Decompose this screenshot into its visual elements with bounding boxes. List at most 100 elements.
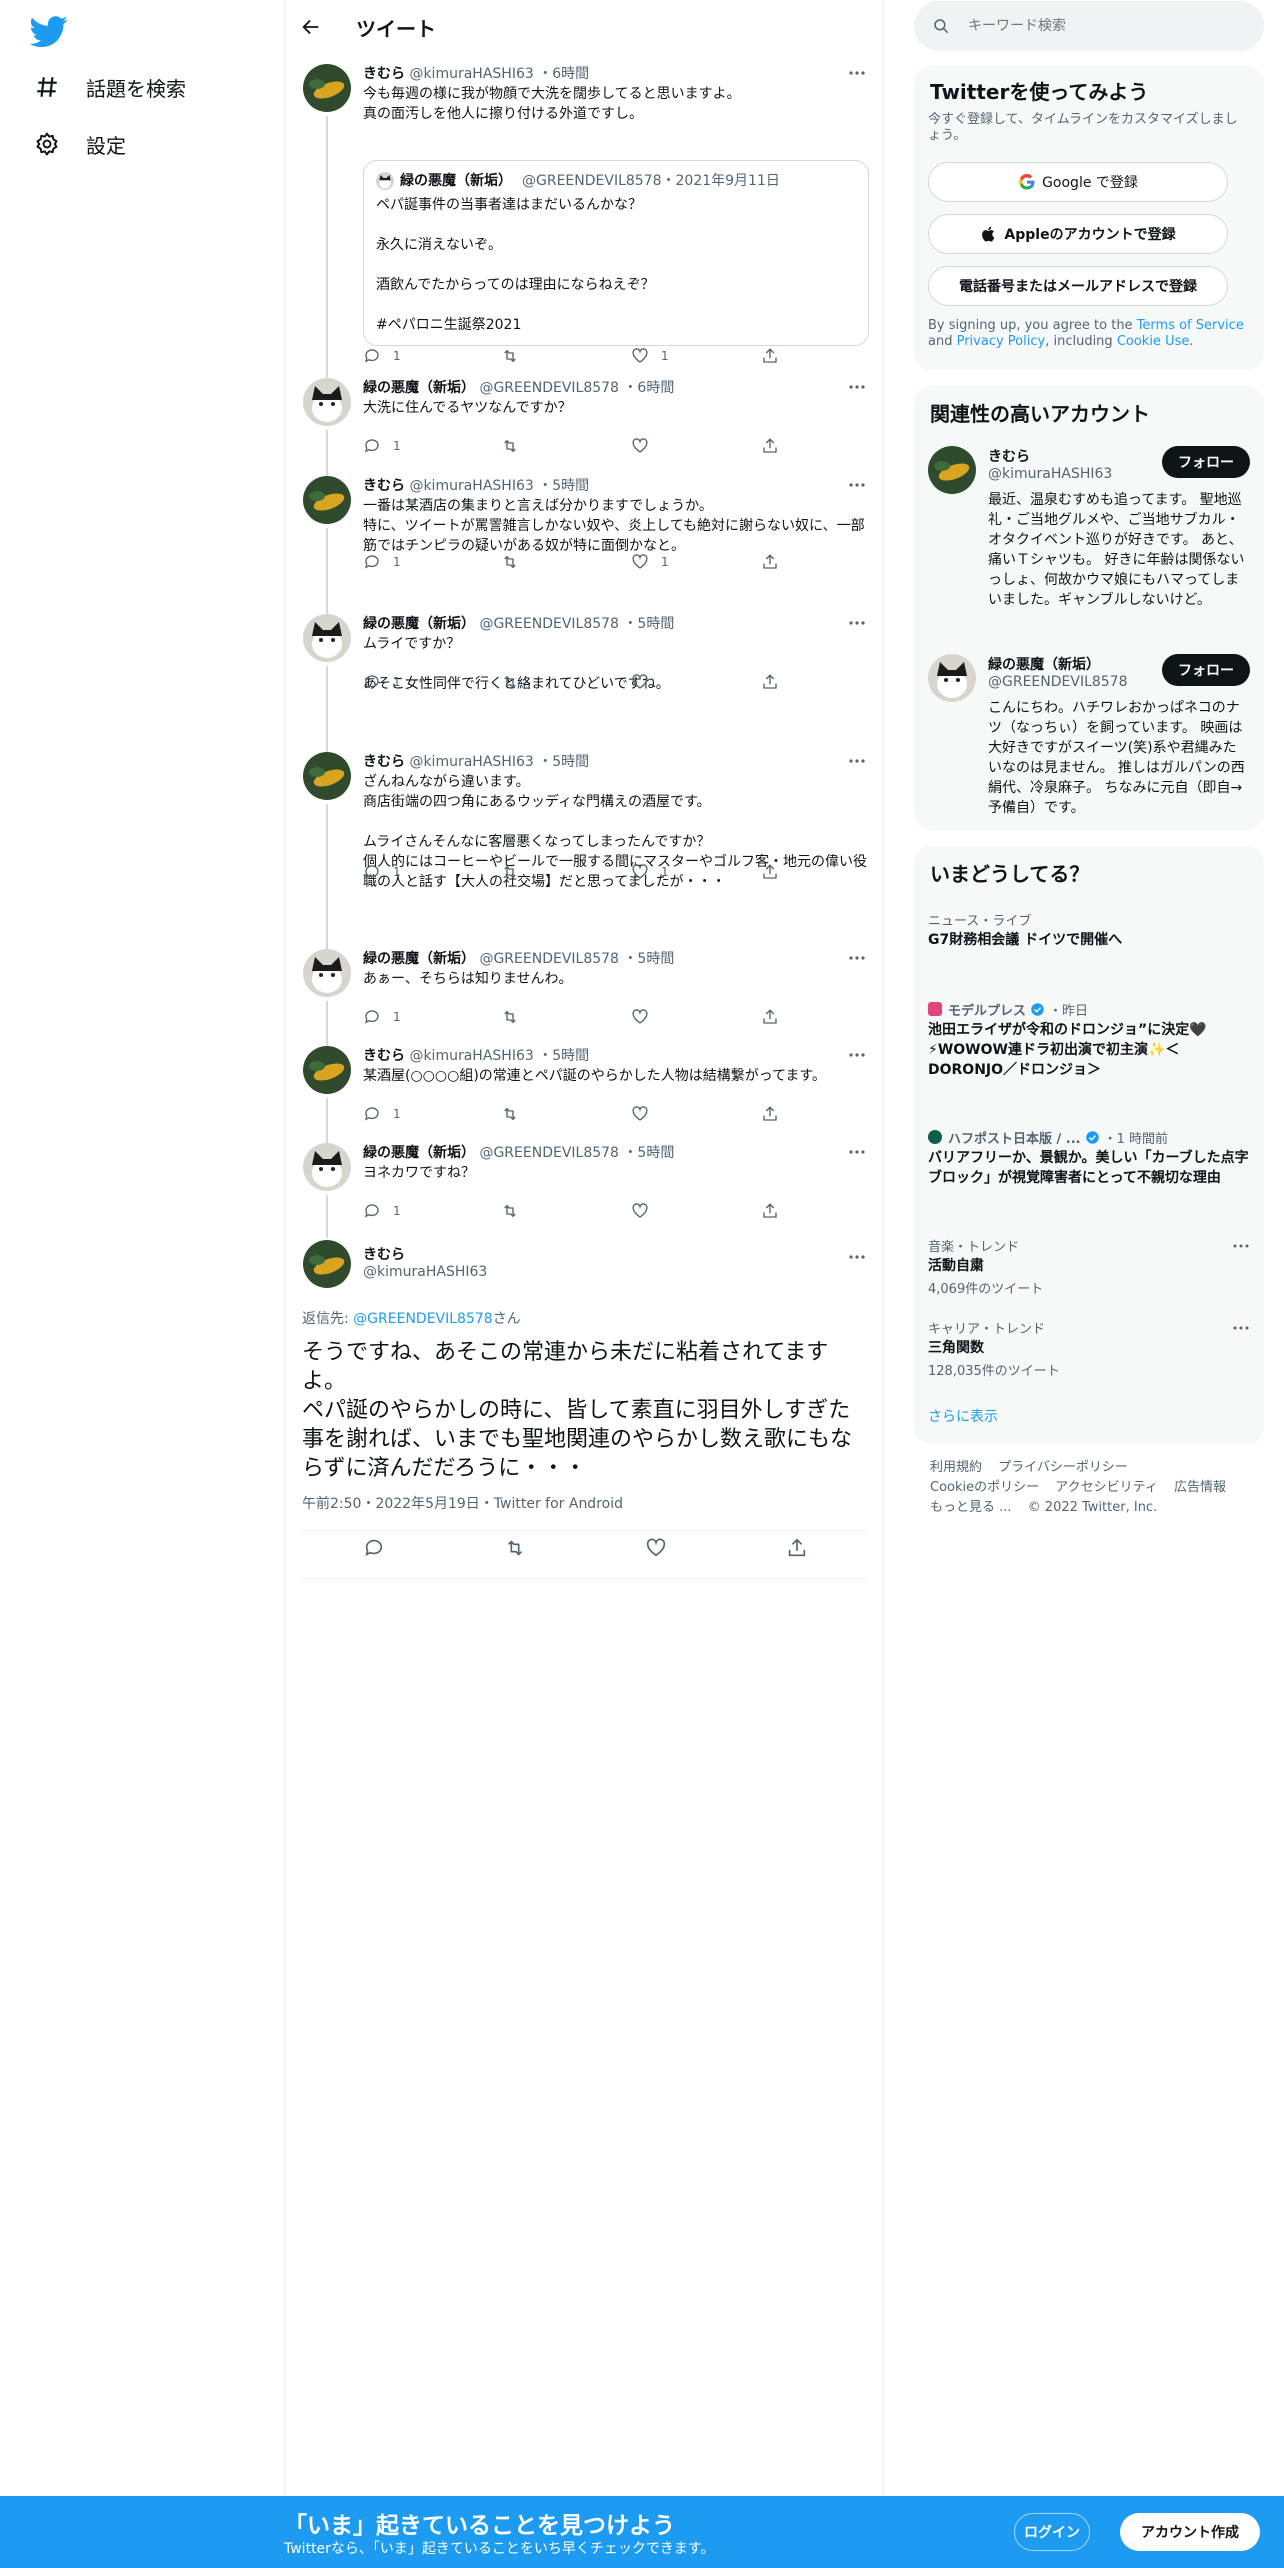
like-button[interactable]: 1 xyxy=(631,346,669,366)
author-name[interactable]: 緑の悪魔（新垢） xyxy=(363,380,475,396)
footer-link[interactable]: もっと見る ... xyxy=(930,1500,1012,1515)
author-name[interactable]: 緑の悪魔（新垢） xyxy=(363,616,475,632)
follow-button[interactable]: フォロー xyxy=(1162,654,1250,686)
tweet-time[interactable]: 5時間 xyxy=(552,478,589,494)
show-more-link[interactable]: さらに表示 xyxy=(928,1406,998,1426)
author-handle[interactable]: @GREENDEVIL8578 xyxy=(479,616,619,632)
author-handle[interactable]: @kimuraHASHI63 xyxy=(409,1048,533,1064)
footer-link[interactable]: 広告情報 xyxy=(1174,1480,1226,1495)
share-button[interactable] xyxy=(761,672,779,692)
retweet-button[interactable] xyxy=(501,862,519,882)
tweet-time[interactable]: 5時間 xyxy=(637,951,674,967)
tweet-time[interactable]: 6時間 xyxy=(552,66,589,82)
author-handle[interactable]: @kimuraHASHI63 xyxy=(409,754,533,770)
more-options-icon[interactable] xyxy=(847,1147,867,1157)
apple-signup-button[interactable]: Appleのアカウントで登録 xyxy=(928,214,1228,254)
footer-link[interactable]: プライバシーポリシー xyxy=(998,1460,1128,1475)
reply-button[interactable] xyxy=(363,1538,385,1558)
retweet-button[interactable] xyxy=(501,346,519,366)
avatar[interactable] xyxy=(303,378,351,426)
more-options-icon[interactable] xyxy=(847,68,867,78)
reply-button[interactable]: 1 xyxy=(363,346,401,366)
author-name[interactable]: きむら xyxy=(363,478,405,494)
footer-link[interactable]: 利用規約 xyxy=(930,1460,982,1475)
more-options-icon[interactable] xyxy=(847,1050,867,1060)
tweet-time[interactable]: 6時間 xyxy=(637,380,674,396)
avatar[interactable] xyxy=(303,1240,351,1288)
author-name[interactable]: きむら xyxy=(363,1244,405,1264)
privacy-policy-link[interactable]: Privacy Policy xyxy=(957,334,1046,349)
retweet-button[interactable] xyxy=(501,552,519,572)
retweet-button[interactable] xyxy=(504,1538,526,1558)
like-button[interactable]: 1 xyxy=(631,552,669,572)
reply-button[interactable]: 1 xyxy=(363,552,401,572)
google-signup-button[interactable]: Google で登録 xyxy=(928,162,1228,202)
avatar[interactable] xyxy=(928,654,976,702)
footer-link[interactable]: アクセシビリティ xyxy=(1055,1480,1158,1495)
more-options-icon[interactable] xyxy=(847,953,867,963)
avatar[interactable] xyxy=(303,614,351,662)
search-bar[interactable] xyxy=(914,1,1264,51)
like-button[interactable] xyxy=(631,1201,661,1221)
footer-link[interactable]: Cookieのポリシー xyxy=(930,1480,1039,1495)
author-name[interactable]: きむら xyxy=(363,66,405,82)
avatar[interactable] xyxy=(303,752,351,800)
tweet-time[interactable]: 5時間 xyxy=(552,754,589,770)
author-handle[interactable]: @GREENDEVIL8578 xyxy=(479,380,619,396)
retweet-button[interactable] xyxy=(501,1007,519,1027)
signup-button[interactable]: アカウント作成 xyxy=(1120,2513,1260,2551)
back-arrow-icon[interactable] xyxy=(300,16,322,38)
author-handle[interactable]: @GREENDEVIL8578 xyxy=(479,1145,619,1161)
avatar[interactable] xyxy=(303,476,351,524)
retweet-button[interactable] xyxy=(501,1104,519,1124)
nav-settings[interactable]: 設定 xyxy=(34,124,126,164)
trend-item[interactable]: モデルプレス ・ 昨日 池田エライザが令和のドロンジョ”に決定🖤⚡WOWOW連ド… xyxy=(928,1000,1250,1080)
reply-handle-link[interactable]: @GREENDEVIL8578 xyxy=(353,1311,493,1327)
trend-item[interactable]: ニュース・ライブ G7財務相会議 ドイツで開催へ xyxy=(928,910,1250,950)
author-handle[interactable]: @kimuraHASHI63 xyxy=(363,1264,487,1280)
retweet-button[interactable] xyxy=(501,436,519,456)
reply-button[interactable]: 1 xyxy=(363,1201,401,1221)
reply-button[interactable]: 1 xyxy=(363,1007,401,1027)
more-options-icon[interactable] xyxy=(847,618,867,628)
cookie-use-link[interactable]: Cookie Use xyxy=(1117,334,1190,349)
phone-signup-button[interactable]: 電話番号またはメールアドレスで登録 xyxy=(928,266,1228,306)
share-button[interactable] xyxy=(761,552,779,572)
author-name[interactable]: きむら xyxy=(363,1048,405,1064)
trend-item[interactable]: キャリア・トレンド 三角関数 128,035件のツイート xyxy=(928,1318,1250,1379)
reply-button[interactable]: 1 xyxy=(363,672,401,692)
avatar[interactable] xyxy=(928,446,976,494)
retweet-button[interactable] xyxy=(501,1201,519,1221)
author-handle[interactable]: @kimuraHASHI63 xyxy=(409,478,533,494)
more-options-icon[interactable] xyxy=(847,382,867,392)
like-button[interactable]: 1 xyxy=(631,862,669,882)
follow-button[interactable]: フォロー xyxy=(1162,446,1250,478)
more-options-icon[interactable] xyxy=(847,480,867,490)
like-button[interactable] xyxy=(645,1538,667,1558)
nav-explore[interactable]: 話題を検索 xyxy=(34,67,186,107)
avatar[interactable] xyxy=(303,1143,351,1191)
search-input[interactable] xyxy=(968,18,1218,34)
avatar[interactable] xyxy=(303,64,351,112)
tweet-time[interactable]: 5時間 xyxy=(552,1048,589,1064)
login-button[interactable]: ログイン xyxy=(1014,2513,1090,2551)
more-options-icon[interactable] xyxy=(1232,1324,1250,1332)
like-button[interactable] xyxy=(631,436,661,456)
twitter-logo-icon[interactable] xyxy=(30,12,68,50)
more-options-icon[interactable] xyxy=(1232,1242,1250,1250)
share-button[interactable] xyxy=(761,346,779,366)
trend-item[interactable]: ハフポスト日本版 / ... ・ 1 時間前 バリアフリーか、景観か。美しい「カ… xyxy=(928,1128,1250,1188)
reply-button[interactable]: 1 xyxy=(363,436,401,456)
like-button[interactable] xyxy=(631,672,661,692)
terms-of-service-link[interactable]: Terms of Service xyxy=(1137,318,1244,333)
more-options-icon[interactable] xyxy=(847,1252,867,1262)
share-button[interactable] xyxy=(761,1007,779,1027)
author-name[interactable]: 緑の悪魔（新垢） xyxy=(363,951,475,967)
share-button[interactable] xyxy=(761,1201,779,1221)
share-button[interactable] xyxy=(786,1538,808,1558)
author-name[interactable]: 緑の悪魔（新垢） xyxy=(363,1145,475,1161)
reply-button[interactable]: 1 xyxy=(363,1104,401,1124)
like-button[interactable] xyxy=(631,1104,661,1124)
author-handle[interactable]: @kimuraHASHI63 xyxy=(409,66,533,82)
avatar[interactable] xyxy=(303,1046,351,1094)
